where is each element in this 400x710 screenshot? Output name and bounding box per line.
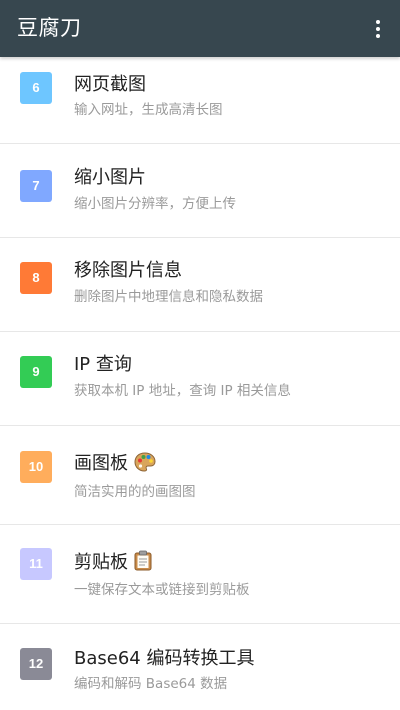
tool-title: 画图板 [74,453,128,474]
app-title: 豆腐刀 [17,16,82,40]
number-badge: 7 [20,170,52,202]
tool-item-ip-lookup[interactable]: 9 IP 查询 获取本机 IP 地址，查询 IP 相关信息 [0,332,400,426]
number-badge: 6 [20,72,52,104]
tool-title-row: 剪贴板 [74,550,152,578]
number-badge: 8 [20,262,52,294]
tool-title-row: 画图板 [74,452,156,479]
more-vert-icon[interactable] [366,12,390,46]
clipboard-icon [134,550,152,578]
tool-subtitle: 删除图片中地理信息和隐私数据 [74,289,263,305]
tool-item-clipboard[interactable]: 11 剪贴板 一键保存文本或链接到剪贴板 [0,525,400,624]
number-badge: 12 [20,648,52,680]
tool-title: 剪贴板 [74,552,128,573]
tool-subtitle: 输入网址，生成高清长图 [74,102,223,118]
menu-dot [376,34,380,38]
tool-title: 网页截图 [74,74,146,95]
tool-item-drawing-board[interactable]: 10 画图板 简洁实用的的画图图 [0,426,400,525]
tool-subtitle: 获取本机 IP 地址，查询 IP 相关信息 [74,383,291,399]
menu-dot [376,20,380,24]
tool-title: Base64 编码转换工具 [74,648,255,669]
app-bar: 豆腐刀 [0,0,400,57]
number-badge: 10 [20,451,52,483]
tool-subtitle: 简洁实用的的画图图 [74,484,196,500]
tool-item-remove-image-info[interactable]: 8 移除图片信息 删除图片中地理信息和隐私数据 [0,238,400,332]
tool-item-shrink-image[interactable]: 7 缩小图片 缩小图片分辨率，方便上传 [0,144,400,238]
tool-title: 缩小图片 [74,167,146,188]
tool-subtitle: 缩小图片分辨率，方便上传 [74,196,236,212]
number-badge: 9 [20,356,52,388]
tool-subtitle: 编码和解码 Base64 数据 [74,676,228,692]
tool-title: 移除图片信息 [74,260,182,281]
menu-dot [376,27,380,31]
palette-icon [134,452,156,479]
number-badge: 11 [20,548,52,580]
tool-item-web-screenshot[interactable]: 6 网页截图 输入网址，生成高清长图 [0,57,400,144]
app-screen: 豆腐刀 6 网页截图 输入网址，生成高清长图 7 缩小图片 缩小图片分辨率，方便… [0,0,400,710]
tool-list: 6 网页截图 输入网址，生成高清长图 7 缩小图片 缩小图片分辨率，方便上传 8… [0,57,400,710]
tool-subtitle: 一键保存文本或链接到剪贴板 [74,582,250,598]
tool-item-base64[interactable]: 12 Base64 编码转换工具 编码和解码 Base64 数据 [0,624,400,710]
tool-title: IP 查询 [74,354,132,375]
